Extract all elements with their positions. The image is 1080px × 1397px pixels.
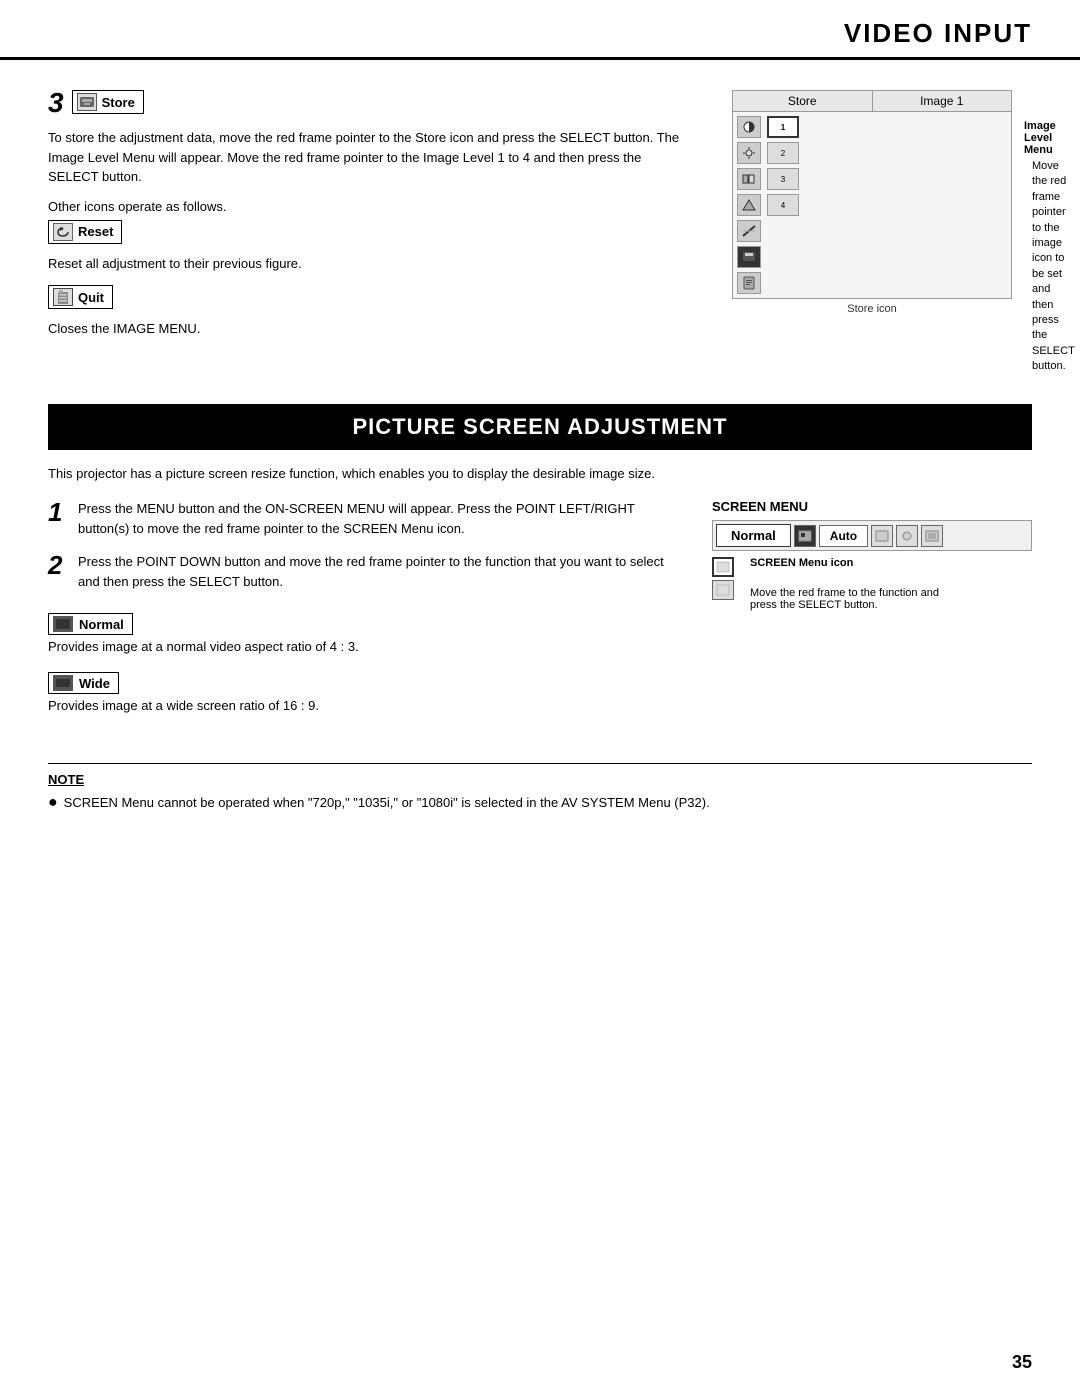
menu-icon-contrast (737, 116, 761, 138)
menu-diagram: Store Image 1 (732, 90, 1012, 299)
menu-image-1: 1 (767, 116, 799, 138)
screen-menu-lower-row1 (712, 557, 734, 577)
note-bullet: ● (48, 793, 58, 814)
other-icons-text: Other icons operate as follows. (48, 199, 692, 214)
wide-icon (53, 675, 73, 691)
menu-diagram-body: 1 2 3 4 (733, 112, 1011, 298)
quit-icon (53, 288, 73, 306)
reset-icon (53, 223, 73, 241)
menu-icon-tint (737, 194, 761, 216)
normal-icon (53, 616, 73, 632)
menu-image-3: 3 (767, 168, 799, 190)
quit-description: Closes the IMAGE MENU. (48, 319, 692, 339)
quit-icon-box: Quit (48, 285, 113, 309)
psa-step2-text: Press the POINT DOWN button and move the… (78, 552, 672, 591)
reset-label: Reset (78, 224, 113, 239)
annotation-line3: and then press the SELECT (1032, 282, 1075, 359)
screen-menu-bar: Normal Auto (712, 520, 1032, 551)
wide-desc: Provides image at a wide screen ratio of… (48, 698, 672, 713)
note-section: NOTE ● SCREEN Menu cannot be operated wh… (48, 763, 1032, 814)
wide-label: Wide (79, 676, 110, 691)
wide-function-section: Wide Provides image at a wide screen rat… (48, 664, 672, 713)
store-description: To store the adjustment data, move the r… (48, 128, 692, 187)
screen-menu-annotations: SCREEN Menu icon Move the red frame to t… (750, 557, 939, 611)
store-label: Store (102, 95, 135, 110)
menu-image-2: 2 (767, 142, 799, 164)
page-header: VIDEO INPUT (0, 0, 1080, 60)
store-diagram-container: Store Image 1 (732, 90, 1032, 374)
psa-step2-number: 2 (48, 552, 68, 578)
menu-icon-quit (737, 272, 761, 294)
note-title: NOTE (48, 772, 1032, 787)
psa-step2-row: 2 Press the POINT DOWN button and move t… (48, 552, 672, 591)
menu-col-image: Image 1 (873, 91, 1012, 111)
screen-menu-small-icon-1 (712, 557, 734, 577)
screen-menu-lower-row2 (712, 580, 734, 600)
annotation-line4: button. (1032, 359, 1075, 374)
annotation-line1: Move the red frame pointer (1032, 159, 1075, 221)
menu-icon-brightness (737, 142, 761, 164)
screen-menu-label: SCREEN MENU (712, 499, 1032, 514)
menu-icons-column (737, 116, 761, 294)
screen-menu-icon-2 (871, 525, 893, 547)
menu-image-4: 4 (767, 194, 799, 216)
reset-description: Reset all adjustment to their previous f… (48, 254, 692, 274)
quit-label: Quit (78, 290, 104, 305)
psa-right-col: SCREEN MENU Normal Auto (712, 499, 1032, 723)
menu-icon-store-active (737, 246, 761, 268)
note-item: ● SCREEN Menu cannot be operated when "7… (48, 793, 1032, 814)
reset-row: Reset (48, 220, 692, 250)
quit-row: Quit (48, 285, 692, 315)
screen-menu-auto-cell: Auto (819, 525, 868, 547)
screen-menu-icon-label: SCREEN Menu icon (750, 557, 939, 569)
screen-menu-annotation-2: press the SELECT button. (750, 599, 939, 611)
main-content: 3 Store To store the adjustment data, mo… (0, 60, 1080, 854)
image-level-menu-title: Image Level Menu (1024, 120, 1075, 156)
store-icon-label-text: Store icon (732, 303, 1012, 315)
normal-box: Normal (48, 613, 133, 635)
normal-label: Normal (79, 617, 124, 632)
store-icon (77, 93, 97, 111)
reset-icon-box: Reset (48, 220, 122, 244)
screen-menu-small-icon-2 (712, 580, 734, 600)
menu-diagram-header: Store Image 1 (733, 91, 1011, 112)
menu-col-store: Store (733, 91, 873, 111)
normal-function-section: Normal Provides image at a normal video … (48, 605, 672, 654)
store-menu-panel: Store Image 1 (732, 90, 1012, 315)
store-icon-box: Store (72, 90, 144, 114)
store-section: 3 Store To store the adjustment data, mo… (48, 90, 1032, 374)
menu-icon-color (737, 168, 761, 190)
screen-menu-lower-icons (712, 557, 734, 600)
psa-content: 1 Press the MENU button and the ON-SCREE… (48, 499, 1032, 723)
image-level-annotation: Image Level Menu Move the red frame poin… (1024, 120, 1075, 374)
note-text: SCREEN Menu cannot be operated when "720… (64, 793, 710, 813)
menu-icon-sharpness (737, 220, 761, 242)
psa-intro: This projector has a picture screen resi… (48, 466, 1032, 481)
screen-menu-icon-1 (794, 525, 816, 547)
normal-desc: Provides image at a normal video aspect … (48, 639, 672, 654)
store-left-col: 3 Store To store the adjustment data, mo… (48, 90, 692, 374)
psa-step1-number: 1 (48, 499, 68, 525)
page-number: 35 (1012, 1352, 1032, 1373)
screen-menu-icon-3 (896, 525, 918, 547)
step3-heading: 3 Store (48, 90, 692, 120)
step3-number: 3 (48, 87, 64, 119)
wide-box: Wide (48, 672, 119, 694)
screen-menu-normal-cell: Normal (716, 524, 791, 547)
menu-image-column: 1 2 3 4 (767, 116, 799, 294)
page-title: VIDEO INPUT (844, 18, 1032, 49)
screen-menu-lower: SCREEN Menu icon Move the red frame to t… (712, 557, 1032, 611)
psa-header: PICTURE SCREEN ADJUSTMENT (48, 404, 1032, 450)
psa-step1-text: Press the MENU button and the ON-SCREEN … (78, 499, 672, 538)
annotation-line2: to the image icon to be set (1032, 221, 1075, 283)
screen-menu-icon-4 (921, 525, 943, 547)
psa-left-col: 1 Press the MENU button and the ON-SCREE… (48, 499, 672, 723)
psa-step1-row: 1 Press the MENU button and the ON-SCREE… (48, 499, 672, 538)
screen-menu-annotation-1: Move the red frame to the function and (750, 587, 939, 599)
store-right-col: Store Image 1 (732, 90, 1032, 374)
